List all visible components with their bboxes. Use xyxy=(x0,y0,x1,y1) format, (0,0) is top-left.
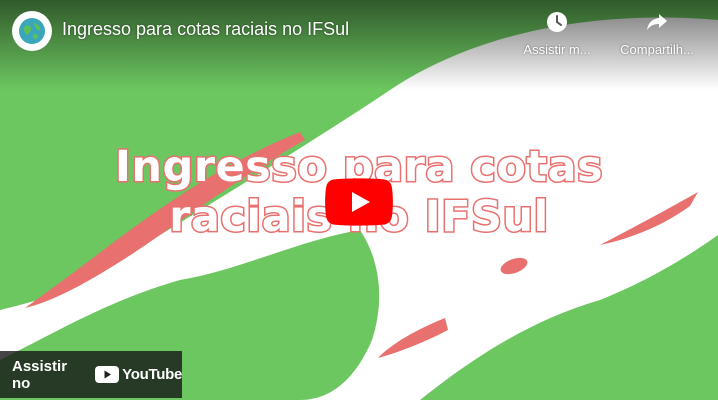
channel-avatar-icon xyxy=(19,18,45,44)
youtube-logo: YouTube xyxy=(95,366,182,383)
share-button[interactable]: Compartilh... xyxy=(614,10,700,57)
youtube-brand-text: YouTube xyxy=(122,366,182,383)
video-title[interactable]: Ingresso para cotas raciais no IFSul xyxy=(62,19,349,40)
youtube-logo-icon xyxy=(95,366,120,383)
watch-later-label: Assistir m... xyxy=(523,42,591,57)
watch-on-label: Assistir no xyxy=(12,357,68,392)
video-player[interactable]: Ingresso para cotas raciais no IFSul Ass… xyxy=(0,0,718,400)
play-button[interactable] xyxy=(325,178,393,226)
share-label: Compartilh... xyxy=(620,42,694,57)
watch-later-button[interactable]: Assistir m... xyxy=(514,10,600,57)
watch-on-youtube-button[interactable]: Assistir no YouTube xyxy=(0,351,182,398)
player-top-bar: Ingresso para cotas raciais no IFSul Ass… xyxy=(0,0,718,64)
clock-icon xyxy=(547,12,567,32)
share-arrow-icon xyxy=(647,14,667,30)
channel-avatar[interactable] xyxy=(12,11,52,51)
